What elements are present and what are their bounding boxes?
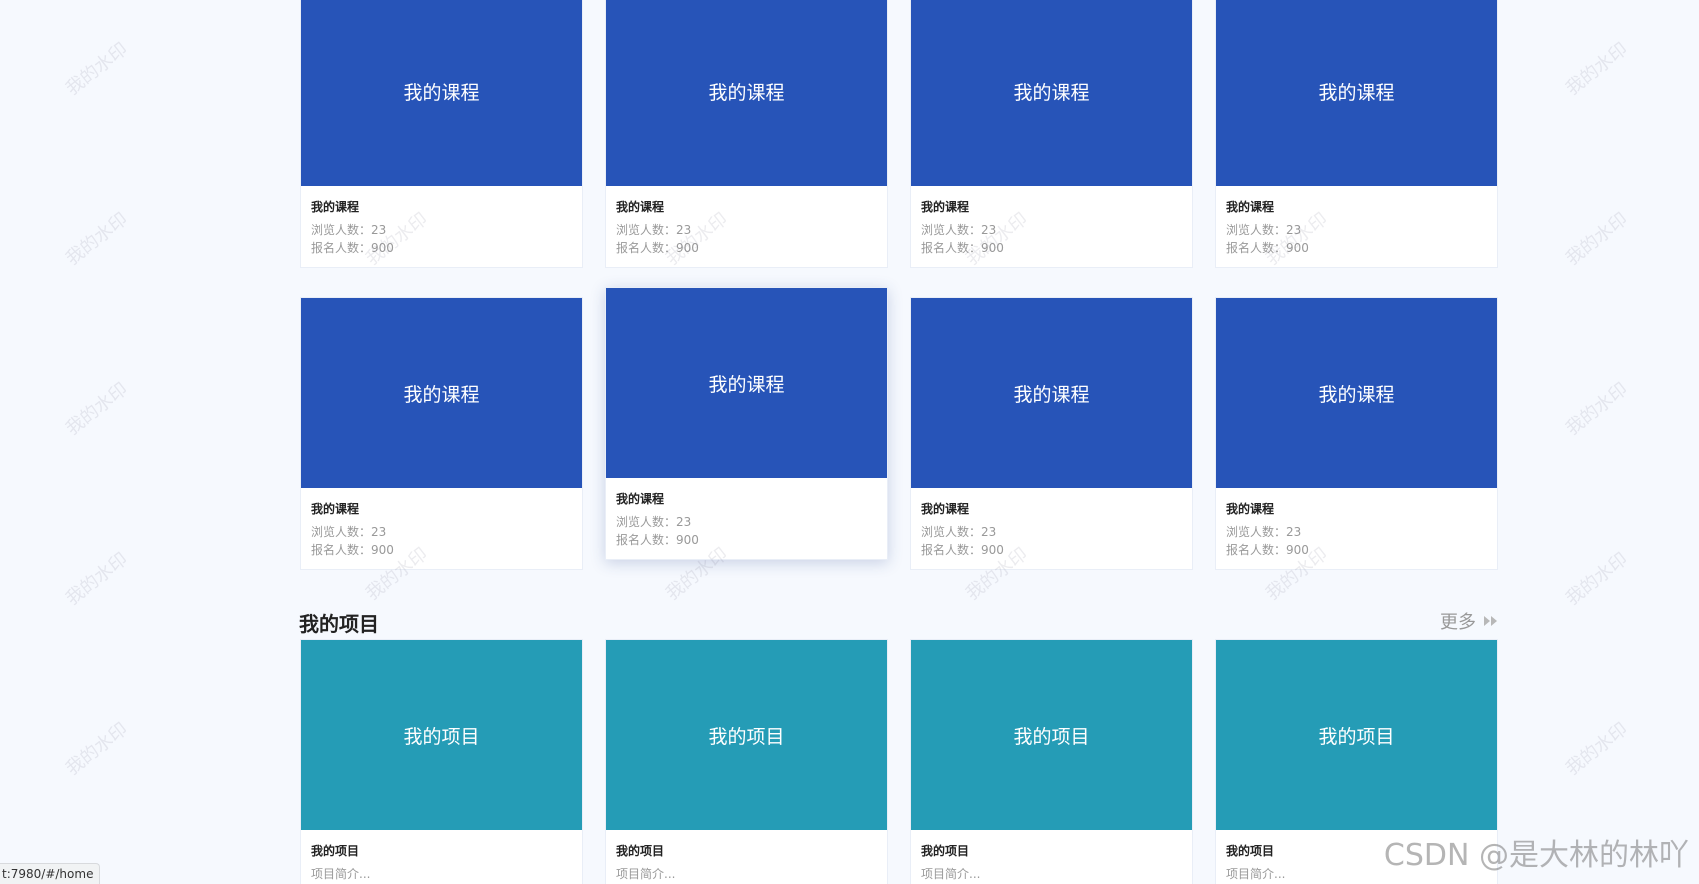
course-card-hovered[interactable]: 我的课程 我的课程 浏览人数：23 报名人数：900 — [605, 287, 888, 560]
project-card[interactable]: 我的项目 我的项目 项目简介... — [605, 639, 888, 884]
course-signups: 报名人数：900 — [1226, 241, 1309, 255]
course-signups: 报名人数：900 — [616, 533, 699, 547]
double-chevron-right-icon — [1484, 616, 1498, 626]
course-cover: 我的课程 — [1216, 298, 1497, 488]
project-cover: 我的项目 — [1216, 640, 1497, 830]
course-views: 浏览人数：23 — [1226, 525, 1302, 539]
watermark: 我的水印 — [1562, 38, 1632, 100]
watermark: 我的水印 — [62, 378, 132, 440]
course-cover: 我的课程 — [301, 0, 582, 186]
course-title: 我的课程 — [1226, 502, 1275, 516]
course-card[interactable]: 我的课程 我的课程 浏览人数：23 报名人数：900 — [300, 297, 583, 570]
course-cover: 我的课程 — [911, 298, 1192, 488]
course-views: 浏览人数：23 — [921, 223, 997, 237]
course-title: 我的课程 — [616, 200, 665, 214]
more-link[interactable]: 更多 — [1440, 608, 1498, 634]
course-card[interactable]: 我的课程 我的课程 浏览人数：23 报名人数：900 — [1215, 297, 1498, 570]
course-signups: 报名人数：900 — [311, 543, 394, 557]
more-label: 更多 — [1440, 612, 1476, 633]
course-cover: 我的课程 — [1216, 0, 1497, 186]
course-card[interactable]: 我的课程 我的课程 浏览人数：23 报名人数：900 — [300, 0, 583, 268]
page: 我的课程 我的课程 浏览人数：23 报名人数：900 我的课程 我的课程 浏览人… — [0, 0, 1699, 884]
course-card-body: 我的课程 浏览人数：23 报名人数：900 — [911, 186, 1192, 267]
watermark: 我的水印 — [1562, 718, 1632, 780]
project-card-body: 我的项目 项目简介... — [911, 830, 1192, 884]
course-cover: 我的课程 — [606, 288, 887, 478]
course-card[interactable]: 我的课程 我的课程 浏览人数：23 报名人数：900 — [910, 0, 1193, 268]
course-title: 我的课程 — [1226, 200, 1275, 214]
course-card-body: 我的课程 浏览人数：23 报名人数：900 — [1216, 186, 1497, 267]
project-cover: 我的项目 — [911, 640, 1192, 830]
project-card-body: 我的项目 项目简介... — [606, 830, 887, 884]
watermark: 我的水印 — [1562, 548, 1632, 610]
course-card[interactable]: 我的课程 我的课程 浏览人数：23 报名人数：900 — [605, 0, 888, 268]
course-signups: 报名人数：900 — [616, 241, 699, 255]
course-card-body: 我的课程 浏览人数：23 报名人数：900 — [301, 186, 582, 267]
course-cover: 我的课程 — [911, 0, 1192, 186]
course-title: 我的课程 — [921, 200, 970, 214]
watermark: 我的水印 — [62, 38, 132, 100]
status-bar-url: t:7980/#/home — [0, 863, 101, 884]
course-card-body: 我的课程 浏览人数：23 报名人数：900 — [911, 488, 1192, 569]
watermark: 我的水印 — [1562, 378, 1632, 440]
csdn-watermark: CSDN @是大林的林吖 — [1383, 838, 1689, 873]
course-views: 浏览人数：23 — [311, 525, 387, 539]
project-cover: 我的项目 — [301, 640, 582, 830]
projects-section-title: 我的项目 — [299, 612, 379, 636]
project-desc: 项目简介... — [921, 867, 981, 881]
watermark: 我的水印 — [62, 548, 132, 610]
project-card[interactable]: 我的项目 我的项目 项目简介... — [910, 639, 1193, 884]
project-desc: 项目简介... — [616, 867, 676, 881]
project-desc: 项目简介... — [311, 867, 371, 881]
course-signups: 报名人数：900 — [921, 241, 1004, 255]
course-title: 我的课程 — [921, 502, 970, 516]
course-title: 我的课程 — [616, 492, 665, 506]
course-card-body: 我的课程 浏览人数：23 报名人数：900 — [301, 488, 582, 569]
project-title: 我的项目 — [921, 844, 970, 858]
course-views: 浏览人数：23 — [311, 223, 387, 237]
watermark: 我的水印 — [1562, 208, 1632, 270]
project-cover: 我的项目 — [606, 640, 887, 830]
course-card[interactable]: 我的课程 我的课程 浏览人数：23 报名人数：900 — [1215, 0, 1498, 268]
course-signups: 报名人数：900 — [921, 543, 1004, 557]
course-card-body: 我的课程 浏览人数：23 报名人数：900 — [606, 186, 887, 267]
project-title: 我的项目 — [616, 844, 665, 858]
course-signups: 报名人数：900 — [311, 241, 394, 255]
project-card-body: 我的项目 项目简介... — [301, 830, 582, 884]
course-views: 浏览人数：23 — [616, 223, 692, 237]
watermark: 我的水印 — [62, 208, 132, 270]
watermark: 我的水印 — [62, 718, 132, 780]
course-views: 浏览人数：23 — [921, 525, 997, 539]
project-title: 我的项目 — [311, 844, 360, 858]
course-signups: 报名人数：900 — [1226, 543, 1309, 557]
course-title: 我的课程 — [311, 502, 360, 516]
course-card[interactable]: 我的课程 我的课程 浏览人数：23 报名人数：900 — [910, 297, 1193, 570]
course-views: 浏览人数：23 — [616, 515, 692, 529]
course-views: 浏览人数：23 — [1226, 223, 1302, 237]
course-title: 我的课程 — [311, 200, 360, 214]
course-cover: 我的课程 — [301, 298, 582, 488]
course-card-body: 我的课程 浏览人数：23 报名人数：900 — [1216, 488, 1497, 569]
course-cover: 我的课程 — [606, 0, 887, 186]
course-card-body: 我的课程 浏览人数：23 报名人数：900 — [606, 478, 887, 559]
project-card[interactable]: 我的项目 我的项目 项目简介... — [300, 639, 583, 884]
